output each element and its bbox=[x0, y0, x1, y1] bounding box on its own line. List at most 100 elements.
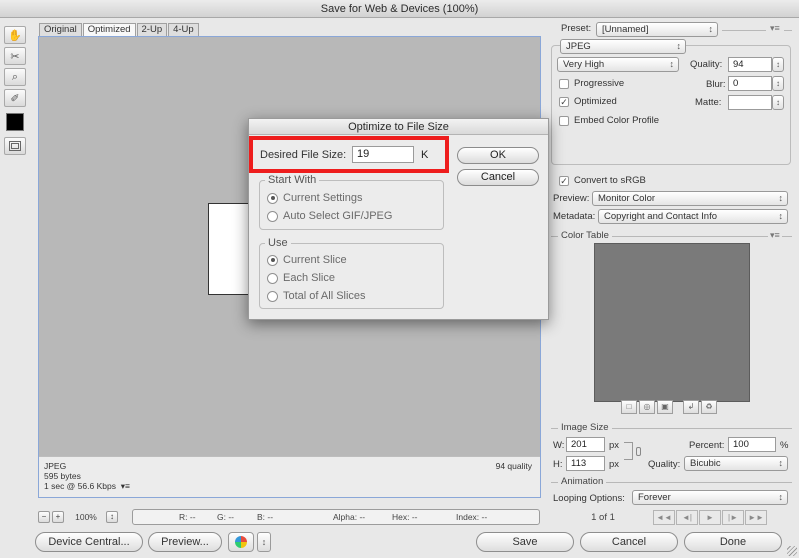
tab-optimized[interactable]: Optimized bbox=[82, 23, 136, 36]
percent-unit: % bbox=[780, 440, 789, 451]
color-table-menu-icon[interactable]: ▾≡ bbox=[768, 230, 782, 241]
start-with-group bbox=[259, 180, 444, 230]
zoom-in-button[interactable]: + bbox=[52, 511, 64, 523]
auto-select-radio[interactable] bbox=[267, 210, 278, 222]
total-of-all-slices-label: Total of All Slices bbox=[283, 290, 366, 302]
done-button[interactable]: Done bbox=[684, 532, 782, 552]
matte-label: Matte: bbox=[695, 97, 722, 108]
resample-quality-label: Quality: bbox=[648, 459, 681, 470]
percent-field[interactable]: 100 bbox=[728, 437, 776, 452]
each-slice-label: Each Slice bbox=[283, 272, 335, 284]
save-button[interactable]: Save bbox=[476, 532, 574, 552]
readout-b: B: -- bbox=[257, 512, 274, 522]
new-color-icon[interactable]: ↲ bbox=[683, 400, 699, 414]
optimized-label: Optimized bbox=[574, 96, 617, 107]
toggle-slices-icon[interactable] bbox=[4, 137, 26, 155]
file-format-select[interactable]: JPEG bbox=[560, 39, 686, 54]
first-frame-icon[interactable]: ◄◄ bbox=[653, 509, 675, 525]
next-frame-icon[interactable]: |► bbox=[722, 509, 744, 525]
web-snap-icon[interactable]: □ bbox=[621, 400, 637, 414]
tab-original[interactable]: Original bbox=[39, 23, 82, 36]
compression-quality-select[interactable]: Very High bbox=[557, 57, 679, 72]
preview-select[interactable]: Monitor Color bbox=[592, 191, 788, 206]
info-quality: 94 quality bbox=[495, 461, 532, 471]
eyedropper-color-swatch[interactable] bbox=[6, 113, 24, 131]
status-bar: − + 100% ↕ R: -- G: -- B: -- Alpha: -- H… bbox=[38, 509, 541, 525]
device-central-button[interactable]: Device Central... bbox=[35, 532, 143, 552]
matte-stepper[interactable]: ↕ bbox=[772, 95, 784, 110]
dialog-cancel-button[interactable]: Cancel bbox=[457, 169, 539, 186]
metadata-select[interactable]: Copyright and Contact Info bbox=[598, 209, 788, 224]
width-unit: px bbox=[609, 440, 620, 451]
total-of-all-slices-radio[interactable] bbox=[267, 290, 278, 302]
readout-r: R: -- bbox=[179, 512, 196, 522]
matte-field[interactable] bbox=[728, 95, 772, 110]
optimized-checkbox[interactable]: ✓ bbox=[559, 96, 569, 107]
embed-profile-checkbox[interactable] bbox=[559, 115, 569, 126]
height-label: H: bbox=[553, 459, 563, 470]
browser-preview-button[interactable] bbox=[228, 532, 254, 552]
color-readout: R: -- G: -- B: -- Alpha: -- Hex: -- Inde… bbox=[132, 509, 540, 525]
quality-label: Quality: bbox=[690, 59, 723, 70]
download-time-menu-icon[interactable]: ▾≡ bbox=[121, 481, 130, 491]
previous-frame-icon[interactable]: ◄| bbox=[676, 509, 698, 525]
image-size-title: Image Size bbox=[558, 422, 612, 433]
tab-2-up[interactable]: 2-Up bbox=[136, 23, 168, 36]
tool-palette: ✋ ✂ ⌕ ✐ bbox=[4, 26, 28, 158]
use-title: Use bbox=[265, 237, 291, 249]
preview-label: Preview: bbox=[553, 193, 590, 204]
color-table-toolbar: □ ◎ ▣ ↲ ♻ bbox=[621, 400, 719, 414]
chain-icon bbox=[636, 447, 641, 456]
preset-select[interactable]: [Unnamed] bbox=[596, 22, 718, 37]
color-map-icon[interactable]: ◎ bbox=[639, 400, 655, 414]
blur-stepper[interactable]: ↕ bbox=[772, 76, 784, 91]
window-title: Save for Web & Devices (100%) bbox=[0, 0, 799, 18]
height-field[interactable]: 113 bbox=[566, 456, 605, 471]
zoom-out-button[interactable]: − bbox=[38, 511, 50, 523]
current-settings-label: Current Settings bbox=[283, 192, 363, 204]
browser-select-stepper[interactable]: ↕ bbox=[257, 532, 271, 552]
desired-file-size-field[interactable]: 19 bbox=[352, 146, 414, 163]
dialog-title: Optimize to File Size bbox=[249, 119, 548, 135]
height-unit: px bbox=[609, 459, 620, 470]
constrain-proportions-link-icon[interactable] bbox=[624, 442, 633, 460]
looping-select[interactable]: Forever bbox=[632, 490, 788, 505]
delete-color-icon[interactable]: ♻ bbox=[701, 400, 717, 414]
current-slice-radio[interactable] bbox=[267, 254, 278, 266]
desired-file-size-label: Desired File Size: bbox=[260, 149, 347, 161]
resample-quality-select[interactable]: Bicubic bbox=[684, 456, 788, 471]
info-format: JPEG bbox=[44, 461, 67, 471]
quality-field[interactable]: 94 bbox=[728, 57, 772, 72]
convert-srgb-label: Convert to sRGB bbox=[574, 175, 646, 186]
eyedropper-icon[interactable]: ✐ bbox=[4, 89, 26, 107]
readout-alpha: Alpha: -- bbox=[333, 512, 366, 522]
each-slice-radio[interactable] bbox=[267, 272, 278, 284]
preview-button[interactable]: Preview... bbox=[148, 532, 222, 552]
blur-label: Blur: bbox=[706, 79, 726, 90]
readout-g: G: -- bbox=[217, 512, 234, 522]
color-table[interactable] bbox=[594, 243, 750, 402]
percent-label: Percent: bbox=[689, 440, 725, 451]
last-frame-icon[interactable]: ►► bbox=[745, 509, 767, 525]
info-size: 595 bytes bbox=[44, 471, 81, 481]
settings-menu-icon[interactable]: ▾≡ bbox=[768, 23, 782, 34]
current-settings-radio[interactable] bbox=[267, 192, 278, 204]
width-field[interactable]: 201 bbox=[566, 437, 605, 452]
slice-select-icon[interactable]: ✂ bbox=[4, 47, 26, 65]
play-icon[interactable]: ► bbox=[699, 509, 721, 525]
blur-field[interactable]: 0 bbox=[728, 76, 772, 91]
auto-select-label: Auto Select GIF/JPEG bbox=[283, 210, 393, 222]
cancel-button[interactable]: Cancel bbox=[580, 532, 678, 552]
zoom-icon[interactable]: ⌕ bbox=[4, 68, 26, 86]
ok-button[interactable]: OK bbox=[457, 147, 539, 164]
resize-grip-icon[interactable] bbox=[787, 546, 797, 556]
hand-icon[interactable]: ✋ bbox=[4, 26, 26, 44]
lock-color-icon[interactable]: ▣ bbox=[657, 400, 673, 414]
quality-stepper[interactable]: ↕ bbox=[772, 57, 784, 72]
start-with-title: Start With bbox=[265, 174, 320, 186]
progressive-checkbox[interactable] bbox=[559, 78, 569, 89]
tab-4-up[interactable]: 4-Up bbox=[168, 23, 199, 36]
convert-srgb-checkbox[interactable]: ✓ bbox=[559, 175, 569, 186]
zoom-dropdown-icon[interactable]: ↕ bbox=[106, 511, 118, 523]
color-table-title: Color Table bbox=[558, 230, 612, 241]
